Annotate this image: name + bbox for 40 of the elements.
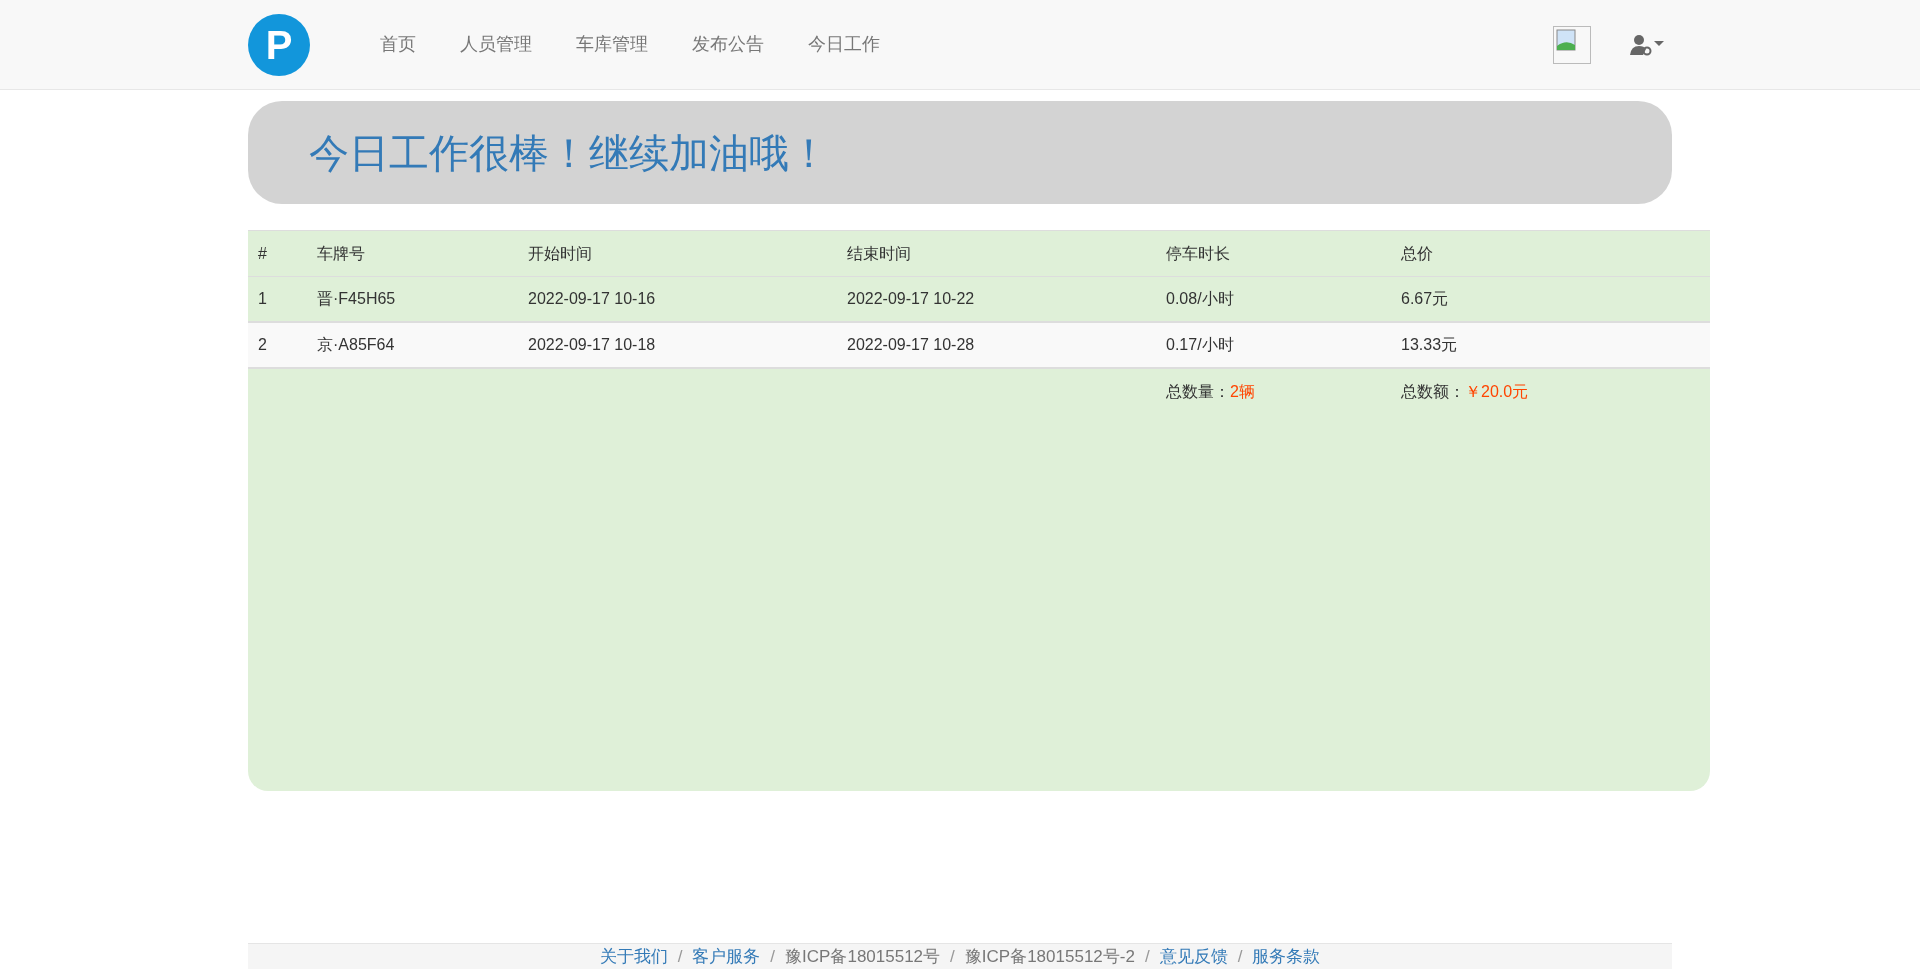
separator: / — [676, 945, 684, 968]
nav-link[interactable]: 首页 — [380, 31, 416, 58]
separator: / — [949, 945, 956, 968]
separator: / — [769, 945, 777, 968]
table-cell-text: 1 — [257, 289, 268, 309]
separator: / — [1236, 945, 1244, 968]
column-header: 停车时长 — [1165, 243, 1230, 264]
table-cell-text: 2 — [257, 335, 268, 355]
table-cell-text: 2022-09-17 10-16 — [527, 289, 657, 309]
footer-text: 豫ICP备18015512号-2 — [964, 945, 1135, 968]
user-settings-icon[interactable] — [1629, 33, 1667, 56]
footer-link[interactable]: 关于我们 — [599, 943, 668, 969]
column-header: 车牌号 — [316, 243, 365, 264]
table-cell-text: 6.67元 — [1400, 289, 1450, 309]
broken-image-icon — [1553, 25, 1591, 64]
total-count: 总数量：2辆 — [1165, 382, 1256, 402]
table-cell-text: 0.17/小时 — [1165, 335, 1235, 355]
footer-link[interactable]: 客户服务 — [692, 943, 761, 969]
footer-link[interactable]: 意见反馈 — [1159, 943, 1228, 969]
banner-title: 今日工作很棒！继续加油哦！ — [309, 129, 829, 177]
column-header: 开始时间 — [527, 243, 592, 264]
footer-link[interactable]: 服务条款 — [1252, 943, 1321, 969]
table-cell-text: 晋·F45H65 — [316, 289, 397, 309]
footer-text: 豫ICP备18015512号 — [785, 945, 941, 968]
table-cell-text: 2022-09-17 10-18 — [527, 335, 657, 355]
nav-link[interactable]: 今日工作 — [808, 31, 880, 58]
table-cell-text: 2022-09-17 10-22 — [846, 289, 976, 309]
nav-link[interactable]: 人员管理 — [460, 31, 532, 58]
column-header: # — [257, 243, 267, 264]
table-cell-text: 0.08/小时 — [1165, 289, 1235, 309]
nav-link[interactable]: 发布公告 — [692, 31, 764, 58]
separator: / — [1143, 945, 1151, 968]
column-header: 结束时间 — [846, 243, 911, 264]
total-amount: 总数额：￥20.0元 — [1400, 382, 1530, 402]
table-cell-text: 京·A85F64 — [316, 335, 396, 355]
table-cell-text: 13.33元 — [1400, 335, 1459, 355]
column-header: 总价 — [1400, 243, 1433, 264]
nav-link[interactable]: 车库管理 — [576, 31, 648, 58]
table-cell-text: 2022-09-17 10-28 — [846, 335, 976, 355]
logo-icon[interactable]: P — [248, 13, 310, 76]
